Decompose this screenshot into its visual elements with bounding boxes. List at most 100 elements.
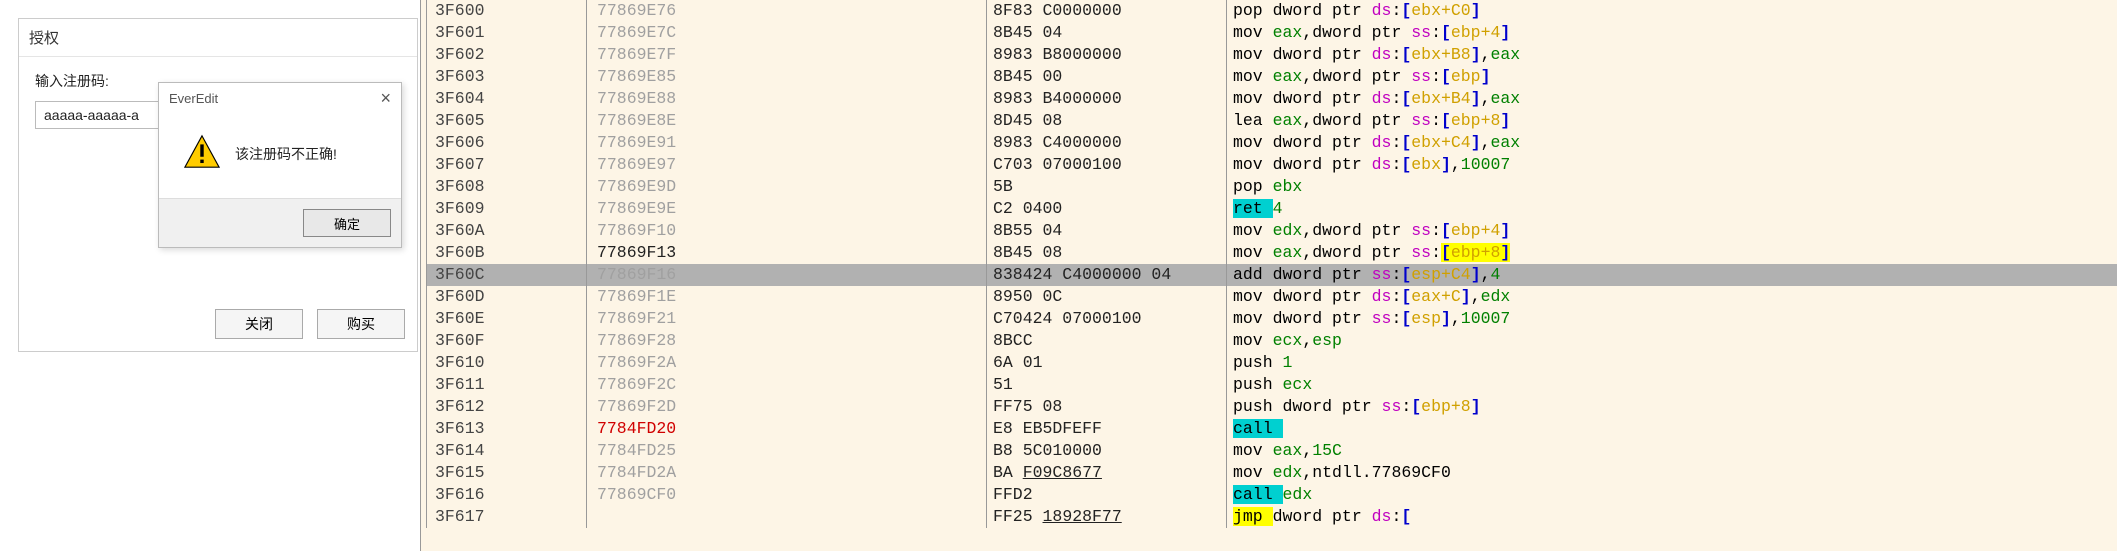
row-bytes: C2 0400 bbox=[987, 198, 1227, 220]
row-bytes: C703 07000100 bbox=[987, 154, 1227, 176]
auth-title: 授权 bbox=[19, 19, 417, 57]
row-bytes: FFD2 bbox=[987, 484, 1227, 506]
row-index: 3F602 bbox=[427, 44, 587, 66]
disasm-row[interactable]: 3F60D77869F1E8950 0Cmov dword ptr ds:[ea… bbox=[421, 286, 2117, 308]
message-box-title: EverEdit bbox=[169, 91, 218, 106]
row-bytes: 8B55 04 bbox=[987, 220, 1227, 242]
row-disasm: push dword ptr ss:[ebp+8] bbox=[1227, 396, 2117, 418]
disasm-row[interactable]: 3F60377869E858B45 00mov eax,dword ptr ss… bbox=[421, 66, 2117, 88]
auth-button-row: 关闭 购买 bbox=[19, 299, 417, 351]
disasm-row[interactable]: 3F60077869E768F83 C0000000pop dword ptr … bbox=[421, 0, 2117, 22]
row-index: 3F605 bbox=[427, 110, 587, 132]
row-address: 77869E85 bbox=[587, 66, 987, 88]
disasm-row[interactable]: 3F60277869E7F8983 B8000000mov dword ptr … bbox=[421, 44, 2117, 66]
disasm-row[interactable]: 3F60E77869F21C70424 07000100mov dword pt… bbox=[421, 308, 2117, 330]
disasm-row[interactable]: 3F60B77869F138B45 08mov eax,dword ptr ss… bbox=[421, 242, 2117, 264]
disasm-row[interactable]: 3F60F77869F288BCCmov ecx,esp bbox=[421, 330, 2117, 352]
disasm-row[interactable]: 3F60477869E888983 B4000000mov dword ptr … bbox=[421, 88, 2117, 110]
disasm-row[interactable]: 3F6157784FD2ABA F09C8677mov edx,ntdll.77… bbox=[421, 462, 2117, 484]
row-address: 77869F2C bbox=[587, 374, 987, 396]
row-disasm: ret 4 bbox=[1227, 198, 2117, 220]
disasm-row[interactable]: 3F6137784FD20 E8 EB5DFEFFcall bbox=[421, 418, 2117, 440]
disasm-row[interactable]: 3F60577869E8E8D45 08lea eax,dword ptr ss… bbox=[421, 110, 2117, 132]
message-box-titlebar: EverEdit × bbox=[159, 83, 401, 113]
disasm-row[interactable]: 3F60877869E9D5Bpop ebx bbox=[421, 176, 2117, 198]
buy-button[interactable]: 购买 bbox=[317, 309, 405, 339]
disasm-row[interactable]: 3F61677869CF0FFD2call edx bbox=[421, 484, 2117, 506]
row-disasm: mov eax,dword ptr ss:[ebp+4] bbox=[1227, 22, 2117, 44]
row-disasm: mov dword ptr ds:[ebx],10007 bbox=[1227, 154, 2117, 176]
disasm-row[interactable]: 3F60A77869F108B55 04mov edx,dword ptr ss… bbox=[421, 220, 2117, 242]
row-address: 77869E7F bbox=[587, 44, 987, 66]
close-icon[interactable]: × bbox=[380, 89, 391, 107]
row-bytes: 8B45 08 bbox=[987, 242, 1227, 264]
row-disasm: pop dword ptr ds:[ebx+C0] bbox=[1227, 0, 2117, 22]
row-disasm: pop ebx bbox=[1227, 176, 2117, 198]
disasm-row[interactable]: 3F60C77869F16838424 C4000000 04add dword… bbox=[421, 264, 2117, 286]
disasm-row[interactable]: 3F61077869F2A6A 01push 1 bbox=[421, 352, 2117, 374]
warning-icon bbox=[183, 133, 221, 174]
row-bytes: FF75 08 bbox=[987, 396, 1227, 418]
row-index: 3F60E bbox=[427, 308, 587, 330]
message-box-button-row: 确定 bbox=[159, 198, 401, 247]
row-index: 3F611 bbox=[427, 374, 587, 396]
row-bytes: 8983 B8000000 bbox=[987, 44, 1227, 66]
message-box: EverEdit × 该注册码不正确! 确定 bbox=[158, 82, 402, 248]
disassembly-panel[interactable]: 3F60077869E768F83 C0000000pop dword ptr … bbox=[420, 0, 2117, 551]
row-disasm: mov edx,ntdll.77869CF0 bbox=[1227, 462, 2117, 484]
row-address: 77869E97 bbox=[587, 154, 987, 176]
row-disasm: mov edx,dword ptr ss:[ebp+4] bbox=[1227, 220, 2117, 242]
row-index: 3F60D bbox=[427, 286, 587, 308]
row-index: 3F60A bbox=[427, 220, 587, 242]
row-index: 3F604 bbox=[427, 88, 587, 110]
row-bytes: 6A 01 bbox=[987, 352, 1227, 374]
row-bytes: 8BCC bbox=[987, 330, 1227, 352]
row-bytes: 5B bbox=[987, 176, 1227, 198]
row-bytes: BA F09C8677 bbox=[987, 462, 1227, 484]
row-address: 7784FD25 bbox=[587, 440, 987, 462]
row-disasm: call bbox=[1227, 418, 2117, 440]
row-disasm: push ecx bbox=[1227, 374, 2117, 396]
row-bytes: 8983 C4000000 bbox=[987, 132, 1227, 154]
disasm-row[interactable]: 3F61277869F2DFF75 08push dword ptr ss:[e… bbox=[421, 396, 2117, 418]
row-address: 7784FD2A bbox=[587, 462, 987, 484]
disasm-row[interactable]: 3F6147784FD25B8 5C010000mov eax,15C bbox=[421, 440, 2117, 462]
row-bytes: FF25 18928F77 bbox=[987, 506, 1227, 528]
row-index: 3F613 bbox=[427, 418, 587, 440]
row-address: 77869E7C bbox=[587, 22, 987, 44]
row-address: 77869F2A bbox=[587, 352, 987, 374]
disasm-row[interactable]: 3F61177869F2C51push ecx bbox=[421, 374, 2117, 396]
row-disasm: mov eax,dword ptr ss:[ebp] bbox=[1227, 66, 2117, 88]
row-disasm: jmp dword ptr ds:[ bbox=[1227, 506, 2117, 528]
row-index: 3F60C bbox=[427, 264, 587, 286]
row-disasm: mov dword ptr ds:[ebx+C4],eax bbox=[1227, 132, 2117, 154]
row-bytes: 8D45 08 bbox=[987, 110, 1227, 132]
row-address: 77869F1E bbox=[587, 286, 987, 308]
row-index: 3F614 bbox=[427, 440, 587, 462]
row-address: 7784FD20 bbox=[587, 418, 987, 440]
row-address: 77869F21 bbox=[587, 308, 987, 330]
row-address: 77869E88 bbox=[587, 88, 987, 110]
disasm-row[interactable]: 3F617FF25 18928F77jmp dword ptr ds:[ bbox=[421, 506, 2117, 528]
row-address: 77869E8E bbox=[587, 110, 987, 132]
row-address: 77869CF0 bbox=[587, 484, 987, 506]
disasm-row[interactable]: 3F60177869E7C8B45 04mov eax,dword ptr ss… bbox=[421, 22, 2117, 44]
row-bytes: 8983 B4000000 bbox=[987, 88, 1227, 110]
disasm-row[interactable]: 3F60777869E97C703 07000100mov dword ptr … bbox=[421, 154, 2117, 176]
row-index: 3F601 bbox=[427, 22, 587, 44]
disasm-row[interactable]: 3F60977869E9EC2 0400ret 4 bbox=[421, 198, 2117, 220]
row-index: 3F606 bbox=[427, 132, 587, 154]
row-bytes: 8F83 C0000000 bbox=[987, 0, 1227, 22]
row-address: 77869E91 bbox=[587, 132, 987, 154]
close-button[interactable]: 关闭 bbox=[215, 309, 303, 339]
row-disasm: mov eax,15C bbox=[1227, 440, 2117, 462]
disasm-row[interactable]: 3F60677869E918983 C4000000mov dword ptr … bbox=[421, 132, 2117, 154]
row-address bbox=[587, 506, 987, 528]
row-disasm: mov eax,dword ptr ss:[ebp+8] bbox=[1227, 242, 2117, 264]
row-index: 3F603 bbox=[427, 66, 587, 88]
row-bytes: 838424 C4000000 04 bbox=[987, 264, 1227, 286]
row-bytes: 51 bbox=[987, 374, 1227, 396]
ok-button[interactable]: 确定 bbox=[303, 209, 391, 237]
row-index: 3F607 bbox=[427, 154, 587, 176]
row-index: 3F616 bbox=[427, 484, 587, 506]
